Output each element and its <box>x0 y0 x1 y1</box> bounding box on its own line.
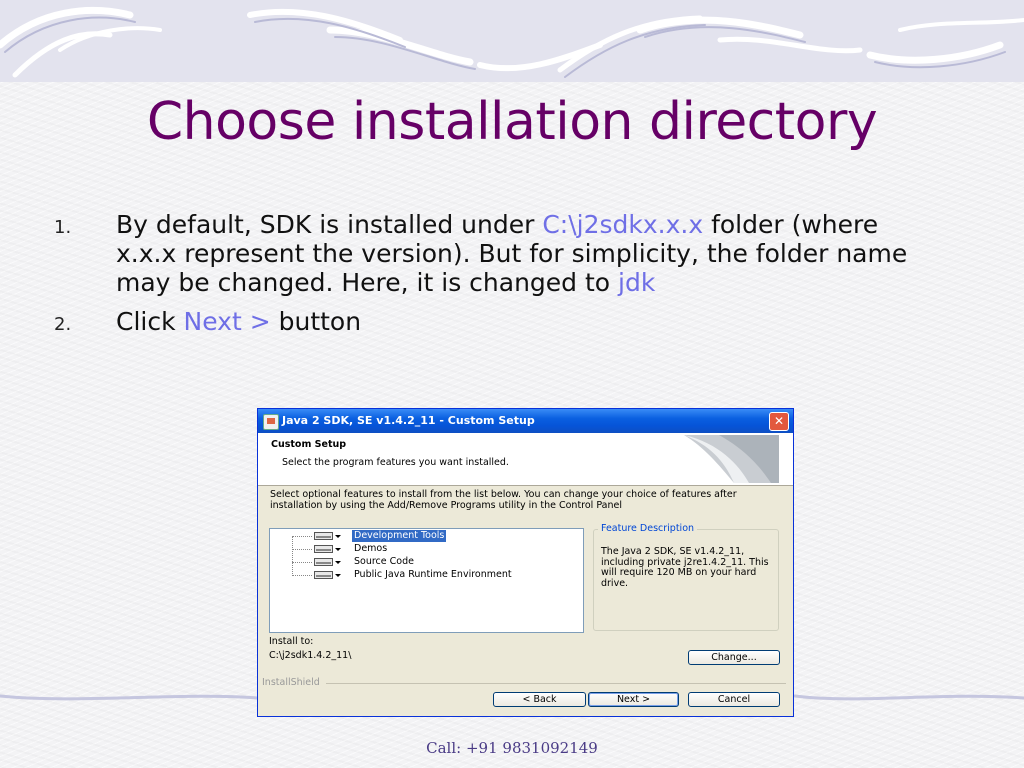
contact-footer: Call: +91 9831092149 <box>426 739 598 757</box>
highlighted-path: C:\j2sdkx.x.x <box>542 210 704 239</box>
dialog-header: Custom Setup Select the program features… <box>258 433 793 486</box>
custom-setup-dialog: Java 2 SDK, SE v1.4.2_11 - Custom Setup … <box>257 408 794 717</box>
bullet-text: Click <box>116 307 184 336</box>
tree-connector <box>292 536 312 537</box>
hard-drive-dropdown-icon[interactable] <box>314 544 342 554</box>
decorative-swirls <box>0 6 1024 78</box>
feature-label: Source Code <box>354 556 414 567</box>
feature-label: Public Java Runtime Environment <box>354 569 512 580</box>
install-to-label: Install to: <box>269 636 314 647</box>
highlighted-folder: jdk <box>618 268 656 297</box>
next-button[interactable]: Next > <box>588 692 679 707</box>
header-title: Custom Setup <box>271 439 347 450</box>
bullet-number: 1. <box>54 217 72 238</box>
installshield-label: InstallShield <box>262 677 320 688</box>
bullet-number: 2. <box>54 314 72 335</box>
bullet-item: 2. Click Next > button <box>54 307 934 336</box>
highlighted-button-name: Next > <box>183 307 271 336</box>
bullet-item: 1. By default, SDK is installed under C:… <box>54 210 934 297</box>
bullet-text: By default, SDK is installed under <box>116 210 543 239</box>
dialog-titlebar[interactable]: Java 2 SDK, SE v1.4.2_11 - Custom Setup … <box>258 409 793 433</box>
feature-label: Demos <box>354 543 388 554</box>
feature-label: Development Tools <box>352 530 447 542</box>
cancel-button[interactable]: Cancel <box>688 692 780 707</box>
hard-drive-dropdown-icon[interactable] <box>314 557 342 567</box>
feature-description-text: The Java 2 SDK, SE v1.4.2_11, including … <box>601 546 769 589</box>
divider <box>326 683 786 684</box>
close-icon[interactable]: ✕ <box>769 412 789 431</box>
instructions-text: Select optional features to install from… <box>270 489 737 511</box>
slide-title: Choose installation directory <box>146 92 878 152</box>
bullet-text: button <box>270 307 362 336</box>
tree-connector <box>292 562 312 563</box>
page-curl-graphic <box>684 435 779 483</box>
hard-drive-dropdown-icon[interactable] <box>314 570 342 580</box>
top-decorative-band <box>0 0 1024 82</box>
change-button[interactable]: Change... <box>688 650 780 665</box>
tree-connector <box>292 549 312 550</box>
tree-connector <box>292 536 293 576</box>
bullet-list: 1. By default, SDK is installed under C:… <box>54 210 934 346</box>
dialog-title: Java 2 SDK, SE v1.4.2_11 - Custom Setup <box>282 414 535 427</box>
tree-connector <box>292 575 312 576</box>
hard-drive-dropdown-icon[interactable] <box>314 531 342 541</box>
install-path-value: C:\j2sdk1.4.2_11\ <box>269 650 352 661</box>
feature-description-legend: Feature Description <box>598 523 698 534</box>
installer-app-icon <box>263 414 279 430</box>
header-subtitle: Select the program features you want ins… <box>282 457 509 468</box>
back-button[interactable]: < Back <box>493 692 586 707</box>
feature-tree[interactable]: Development Tools Demos Source Code Publ… <box>269 528 584 633</box>
